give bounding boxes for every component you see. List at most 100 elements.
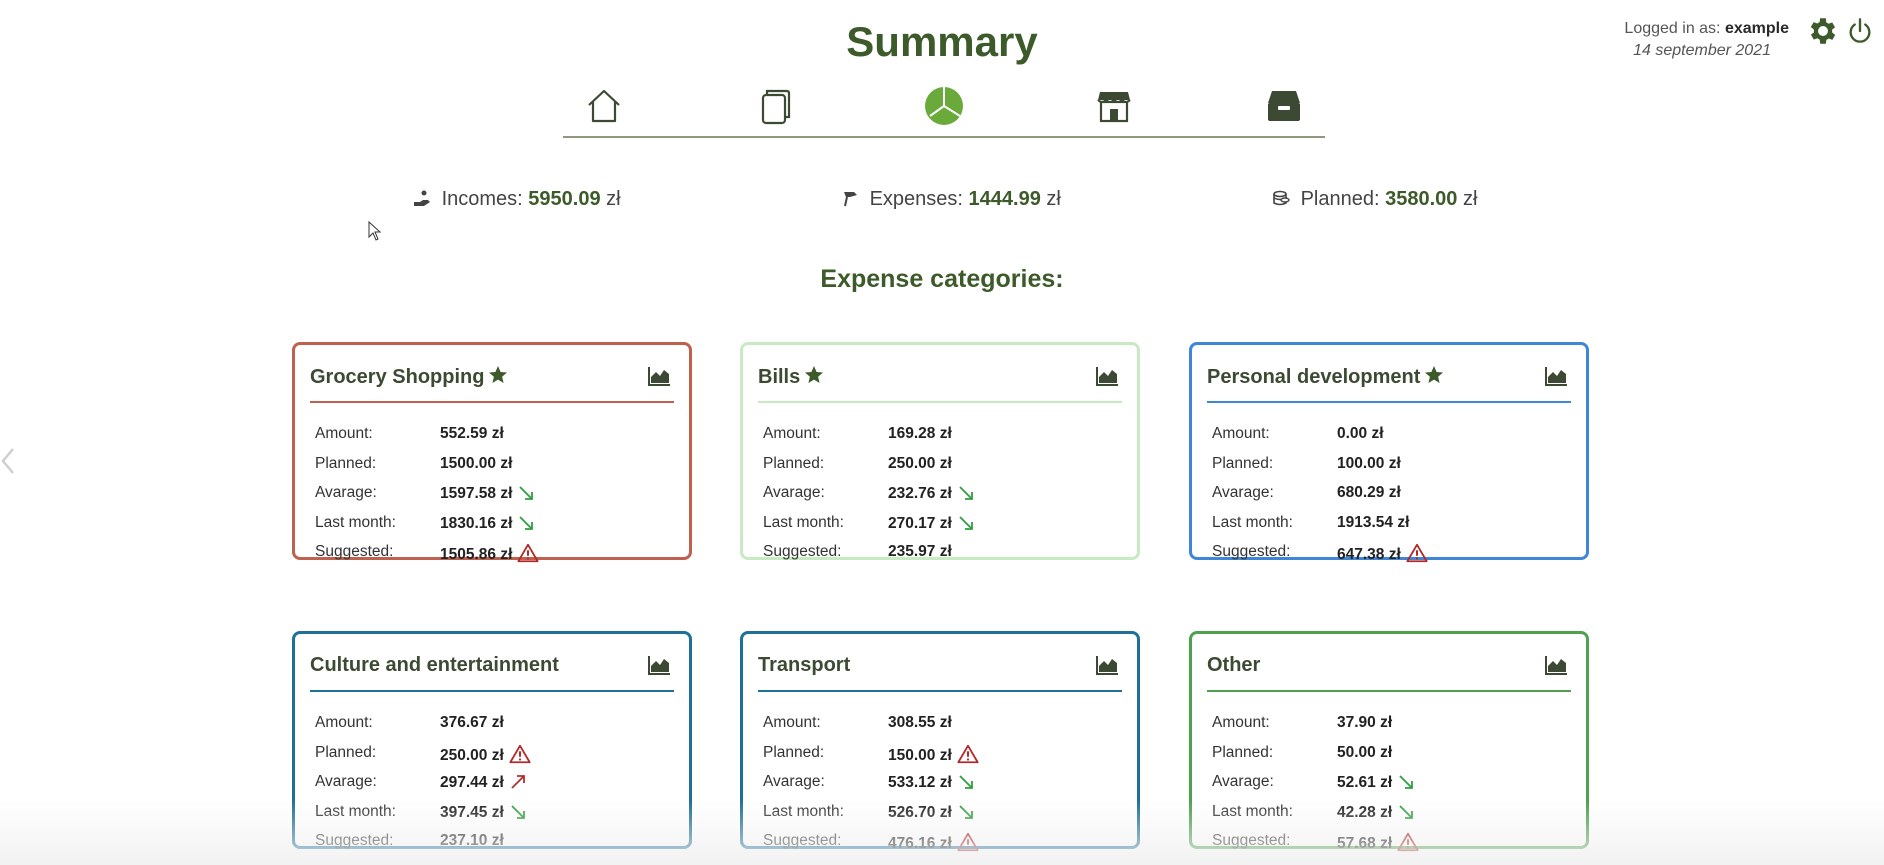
row-label: Suggested: <box>763 543 842 560</box>
row-label: Avarage: <box>763 773 825 790</box>
row-label: Suggested: <box>315 543 394 560</box>
row-label: Amount: <box>315 714 373 731</box>
row-value: 1505.86 zł <box>440 543 539 564</box>
home-icon[interactable] <box>584 86 624 126</box>
row-value-text: 270.17 zł <box>888 514 952 532</box>
card-row-amount: Amount: 552.59 zł <box>315 421 675 451</box>
row-value: 270.17 zł <box>888 514 975 533</box>
area-chart-icon[interactable] <box>1544 365 1568 387</box>
card-title-text: Culture and entertainment <box>310 654 559 676</box>
card-rows: Amount: 169.28 zł Planned: 250.00 zł Avarage… <box>763 421 1123 569</box>
card-title: Transport <box>758 654 850 677</box>
row-value-text: 250.00 zł <box>440 746 504 764</box>
row-value: 150.00 zł <box>888 744 979 765</box>
card-row-last-month: Last month: 270.17 zł <box>763 510 1123 540</box>
star-icon[interactable] <box>1424 365 1444 385</box>
row-value-text: 1597.58 zł <box>440 485 513 502</box>
card-title-text: Grocery Shopping <box>310 366 485 388</box>
card-title-text: Transport <box>758 654 851 676</box>
row-value: 376.67 zł <box>440 714 504 732</box>
row-value: 552.59 zł <box>440 425 504 443</box>
area-chart-icon[interactable] <box>1544 654 1568 676</box>
gear-icon[interactable] <box>1806 14 1840 48</box>
card-row-suggested: Suggested: 1505.86 zł <box>315 539 675 569</box>
incomes-currency: zł <box>606 188 621 210</box>
row-value-text: 150.00 zł <box>888 746 952 764</box>
card-title-text: Bills <box>758 366 801 388</box>
card-row-average: Avarage: 52.61 zł <box>1212 769 1572 799</box>
area-chart-icon[interactable] <box>647 365 671 387</box>
trend-up-arrow-icon <box>511 775 525 789</box>
card-header: Other <box>1207 650 1571 692</box>
row-value: 647.38 zł <box>1337 543 1428 564</box>
expenses-value: 1444.99 <box>968 188 1041 210</box>
card-rows: Amount: 552.59 zł Planned: 1500.00 zł Avarag… <box>315 421 675 569</box>
expenses-currency: zł <box>1046 188 1061 210</box>
row-value: 169.28 zł <box>888 425 952 443</box>
area-chart-icon[interactable] <box>647 654 671 676</box>
row-value: 297.44 zł <box>440 773 527 792</box>
card-title: Bills <box>758 365 824 389</box>
row-value-text: 297.44 zł <box>440 774 504 791</box>
row-label: Amount: <box>315 425 373 442</box>
row-label: Last month: <box>763 513 844 531</box>
row-value-text: 1500.00 zł <box>440 454 513 472</box>
card-row-amount: Amount: 376.67 zł <box>315 710 675 740</box>
incomes-value: 5950.09 <box>528 188 601 210</box>
expenses-stat: Expenses: 1444.99 zł <box>840 188 1061 211</box>
star-icon[interactable] <box>488 365 508 385</box>
card-title-text: Other <box>1207 654 1261 676</box>
power-icon[interactable] <box>1846 16 1874 46</box>
row-value-text: 37.90 zł <box>1337 714 1393 731</box>
logged-in-label: Logged in as: <box>1624 20 1721 37</box>
row-value-text: 100.00 zł <box>1337 454 1401 472</box>
chevron-left-icon[interactable] <box>0 446 16 476</box>
planned-stat: Planned: 3580.00 zł <box>1271 188 1477 211</box>
trend-down-arrow-icon <box>959 486 973 500</box>
expense-categories-title: Expense categories: <box>820 265 1064 293</box>
row-label: Planned: <box>763 743 825 761</box>
inbox-icon[interactable] <box>1264 86 1304 126</box>
trend-down-arrow-icon <box>1399 775 1414 789</box>
row-value: 1597.58 zł <box>440 484 535 503</box>
planned-label: Planned: <box>1300 188 1380 210</box>
star-icon[interactable] <box>804 365 824 385</box>
warning-icon <box>517 543 539 563</box>
row-label: Planned: <box>763 454 825 472</box>
row-value-text: 680.29 zł <box>1337 484 1401 501</box>
planned-currency: zł <box>1462 188 1478 210</box>
warning-icon <box>1406 543 1428 563</box>
row-value-text: 533.12 zł <box>888 774 952 791</box>
row-value-text: 235.97 zł <box>888 543 952 560</box>
row-label: Amount: <box>1212 425 1270 442</box>
username: example <box>1724 20 1789 37</box>
planned-value: 3580.00 <box>1385 188 1458 210</box>
card-header: Grocery Shopping <box>310 361 674 403</box>
row-value-text: 1505.86 zł <box>440 546 513 563</box>
incomes-label: Incomes: <box>441 188 523 210</box>
trend-down-arrow-icon <box>519 515 534 530</box>
card-title: Culture and entertainment <box>310 654 559 677</box>
row-value: 235.97 zł <box>888 543 952 561</box>
pie-chart-icon[interactable] <box>924 86 964 126</box>
row-value-text: 552.59 zł <box>440 425 504 442</box>
row-value-text: 376.67 zł <box>440 714 504 731</box>
row-value: 308.55 zł <box>888 714 952 732</box>
card-row-planned: Planned: 250.00 zł <box>763 451 1123 481</box>
row-value: 37.90 zł <box>1337 714 1392 732</box>
income-hand-icon <box>414 190 430 206</box>
card-title: Personal development <box>1207 365 1444 389</box>
card-header: Personal development <box>1207 361 1571 403</box>
card-row-suggested: Suggested: 235.97 zł <box>763 539 1123 569</box>
row-value: 100.00 zł <box>1337 455 1401 473</box>
row-label: Last month: <box>315 513 396 531</box>
row-value: 232.76 zł <box>888 484 975 503</box>
card-title-text: Personal development <box>1207 366 1421 388</box>
row-value-text: 50.00 zł <box>1337 743 1393 761</box>
documents-icon[interactable] <box>754 86 794 126</box>
area-chart-icon[interactable] <box>1095 365 1119 387</box>
row-label: Avarage: <box>763 484 825 501</box>
area-chart-icon[interactable] <box>1095 654 1119 676</box>
store-icon[interactable] <box>1094 86 1134 126</box>
row-value: 0.00 zł <box>1337 425 1384 443</box>
